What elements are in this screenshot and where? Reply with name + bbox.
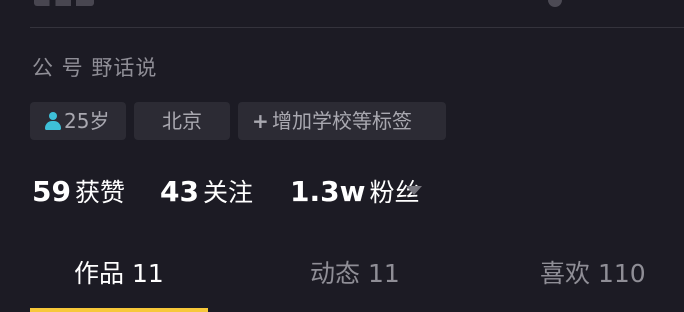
header-divider bbox=[30, 27, 684, 28]
cut-off-header-text bbox=[34, 0, 94, 6]
profile-tabs: 作品 11 动态 11 喜欢 110 bbox=[0, 250, 684, 312]
header-cutoff bbox=[0, 0, 684, 26]
likes-count: 59 bbox=[32, 175, 71, 208]
following-count: 43 bbox=[160, 175, 199, 208]
age-tag[interactable]: 25岁 bbox=[30, 102, 126, 140]
city-tag-label: 北京 bbox=[162, 109, 202, 133]
fans-count: 1.3w bbox=[290, 175, 366, 208]
likes-stat[interactable]: 59 获赞 bbox=[32, 172, 125, 216]
following-label: 关注 bbox=[202, 178, 253, 207]
profile-id-line: 公 号 野话说 bbox=[32, 56, 158, 80]
person-icon bbox=[44, 111, 62, 131]
city-tag[interactable]: 北京 bbox=[134, 102, 230, 140]
caret-down-icon[interactable] bbox=[406, 186, 422, 195]
add-tag-button[interactable]: + 增加学校等标签 bbox=[238, 102, 446, 140]
age-tag-label: 25岁 bbox=[64, 109, 110, 133]
fans-stat[interactable]: 1.3w 粉丝 bbox=[290, 172, 419, 216]
tab-moments[interactable]: 动态 11 bbox=[310, 256, 400, 292]
likes-label: 获赞 bbox=[74, 178, 125, 207]
tab-works[interactable]: 作品 11 bbox=[74, 256, 164, 292]
tab-likes[interactable]: 喜欢 110 bbox=[540, 256, 646, 292]
plus-icon: + bbox=[252, 109, 269, 133]
following-stat[interactable]: 43 关注 bbox=[160, 172, 253, 216]
add-tag-label: 增加学校等标签 bbox=[272, 109, 412, 133]
active-tab-indicator bbox=[30, 308, 208, 312]
cut-off-header-icon bbox=[548, 0, 562, 7]
